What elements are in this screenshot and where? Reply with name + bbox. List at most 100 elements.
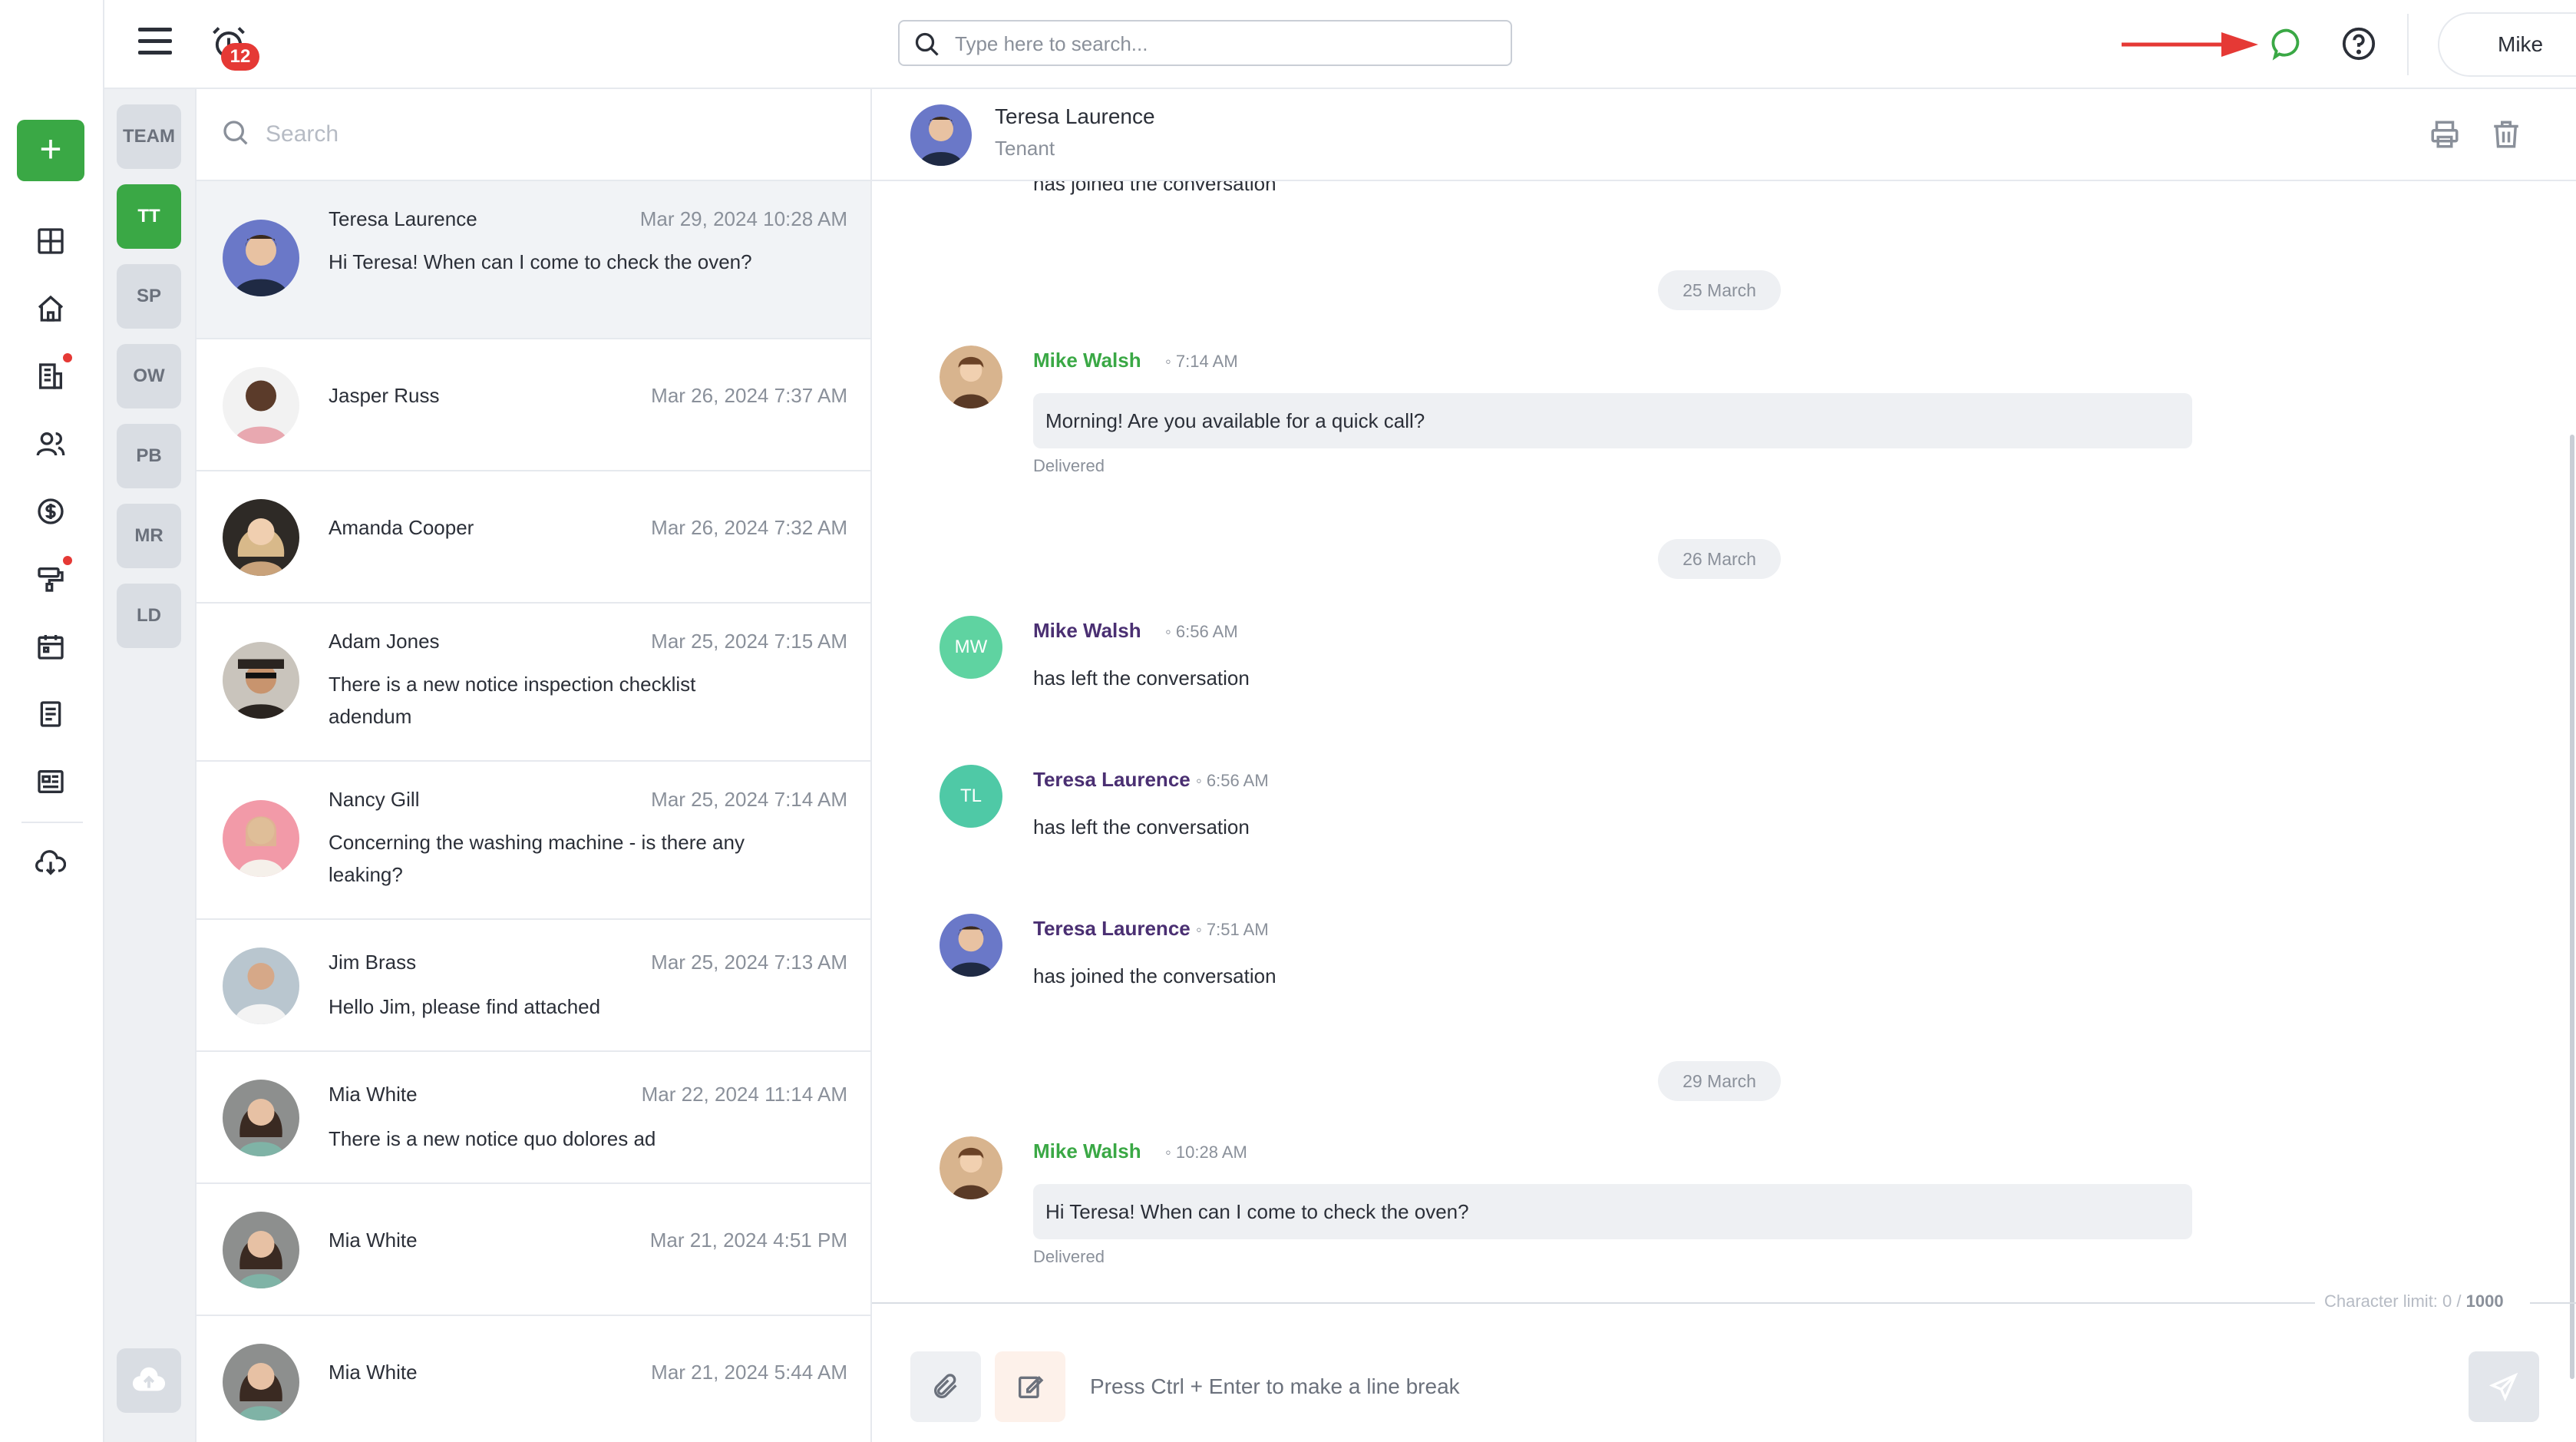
- properties-alert-dot: [63, 353, 72, 362]
- conversation-date: Mar 22, 2024 11:14 AM: [641, 1083, 847, 1106]
- chat-panel: has joined the conversation Teresa Laure…: [872, 89, 2576, 1442]
- conversation-date: Mar 26, 2024 7:37 AM: [651, 384, 847, 407]
- conversation-item-jim-brass[interactable]: Jim Brass Mar 25, 2024 7:13 AM Hello Jim…: [197, 920, 870, 1052]
- avatar: [223, 499, 299, 576]
- maintenance-icon[interactable]: [32, 561, 69, 597]
- team-filter-ld[interactable]: LD: [117, 584, 181, 648]
- avatar: [940, 914, 1002, 977]
- team-filter-tt[interactable]: TT: [117, 184, 181, 249]
- conversation-name: Mia White: [329, 1229, 418, 1252]
- message-time: ◦ 10:28 AM: [1165, 1143, 1247, 1162]
- conversation-date: Mar 29, 2024 10:28 AM: [639, 207, 847, 230]
- message-time: ◦ 7:51 AM: [1196, 920, 1269, 939]
- user-name: Mike: [2498, 32, 2544, 56]
- home-icon[interactable]: [32, 290, 69, 327]
- avatar: [940, 346, 1002, 408]
- menu-icon[interactable]: [138, 28, 172, 58]
- upload-button[interactable]: [117, 1348, 181, 1413]
- team-filter-sp[interactable]: SP: [117, 264, 181, 329]
- add-button[interactable]: +: [17, 120, 84, 181]
- conversation-item-mia-white[interactable]: Mia White Mar 21, 2024 4:51 PM: [197, 1184, 870, 1316]
- send-button[interactable]: [2469, 1351, 2539, 1422]
- message-text: has joined the conversation: [1033, 964, 1276, 987]
- message-time-value: 6:56 AM: [1175, 622, 1238, 641]
- chat-scrollbar[interactable]: [2570, 435, 2574, 1379]
- top-bar: 12 Mike: [104, 0, 2576, 89]
- global-search-input[interactable]: [955, 29, 1492, 58]
- paperclip-icon: [934, 1374, 957, 1398]
- conversation-search[interactable]: [197, 89, 870, 181]
- left-nav: +: [0, 0, 104, 1442]
- cloud-upload-icon: [132, 1367, 166, 1391]
- conversation-item-adam-jones[interactable]: Adam Jones Mar 25, 2024 7:15 AM There is…: [197, 604, 870, 762]
- send-icon: [2488, 1372, 2518, 1402]
- documents-icon[interactable]: [32, 696, 69, 733]
- global-search[interactable]: [898, 20, 1512, 66]
- team-filter-mr[interactable]: MR: [117, 504, 181, 568]
- properties-icon[interactable]: [32, 358, 69, 395]
- message-sender: Teresa Laurence: [1033, 768, 1191, 791]
- conversation-search-input[interactable]: [266, 118, 803, 150]
- conversation-date: Mar 25, 2024 7:15 AM: [651, 630, 847, 653]
- avatar: [223, 1080, 299, 1156]
- calendar-icon[interactable]: [32, 628, 69, 665]
- team-filter-ow[interactable]: OW: [117, 344, 181, 408]
- message-sender: Teresa Laurence: [1033, 917, 1191, 940]
- conversation-preview: Hi Teresa! When can I come to check the …: [329, 250, 752, 273]
- message-time-value: 7:14 AM: [1175, 352, 1238, 371]
- conversation-item-mia-white[interactable]: Mia White Mar 21, 2024 5:44 AM: [197, 1316, 870, 1442]
- template-button[interactable]: [995, 1351, 1065, 1422]
- chat-bubble-icon[interactable]: [2271, 26, 2306, 61]
- search-icon: [915, 32, 939, 56]
- conversation-item-mia-white[interactable]: Mia White Mar 22, 2024 11:14 AM There is…: [197, 1052, 870, 1184]
- contact-name: Teresa Laurence: [995, 104, 1155, 128]
- message-time: ◦ 7:14 AM: [1165, 352, 1238, 371]
- search-icon: [223, 121, 248, 145]
- dashboard-icon[interactable]: [32, 223, 69, 260]
- conversation-name: Nancy Gill: [329, 788, 420, 811]
- conversation-item-jasper-russ[interactable]: Jasper Russ Mar 26, 2024 7:37 AM: [197, 339, 870, 471]
- avatar: [223, 948, 299, 1024]
- finance-icon[interactable]: [32, 493, 69, 530]
- message-time-value: 10:28 AM: [1175, 1143, 1247, 1162]
- cloud-download-icon[interactable]: [32, 845, 69, 881]
- avatar: [223, 800, 299, 877]
- team-filter-pb[interactable]: PB: [117, 424, 181, 488]
- help-icon[interactable]: [2341, 26, 2376, 61]
- conversation-date: Mar 25, 2024 7:14 AM: [651, 788, 847, 811]
- edit-note-icon: [1019, 1375, 1044, 1398]
- conversation-name: Amanda Cooper: [329, 516, 474, 539]
- notification-badge: 12: [221, 43, 259, 71]
- maintenance-alert-dot: [63, 556, 72, 565]
- conversation-date: Mar 21, 2024 5:44 AM: [651, 1361, 847, 1384]
- character-limit-max: 1000: [2465, 1292, 2504, 1311]
- message-time: ◦ 6:56 AM: [1196, 771, 1269, 790]
- conversation-name: Adam Jones: [329, 630, 440, 653]
- date-separator: 26 March: [1658, 539, 1781, 579]
- avatar: [223, 1212, 299, 1288]
- message-input[interactable]: [1090, 1368, 2395, 1405]
- trash-icon[interactable]: [2490, 118, 2522, 150]
- user-menu[interactable]: Mike: [2438, 12, 2576, 77]
- message-status: Delivered: [1033, 1247, 1105, 1266]
- conversation-preview: Hello Jim, please find attached: [329, 995, 601, 1018]
- composer-divider: [2530, 1302, 2576, 1304]
- team-filter-team[interactable]: TEAM: [117, 104, 181, 169]
- conversation-date: Mar 25, 2024 7:13 AM: [651, 951, 847, 974]
- conversation-item-nancy-gill[interactable]: Nancy Gill Mar 25, 2024 7:14 AM Concerni…: [197, 762, 870, 920]
- people-icon[interactable]: [32, 425, 69, 462]
- conversation-date: Mar 21, 2024 4:51 PM: [649, 1229, 847, 1252]
- conversation-preview: There is a new notice quo dolores ad: [329, 1127, 656, 1150]
- conversation-item-teresa-laurence[interactable]: Teresa Laurence Mar 29, 2024 10:28 AM Hi…: [197, 181, 870, 339]
- contact-role: Tenant: [995, 137, 1055, 160]
- date-separator: 25 March: [1658, 270, 1781, 310]
- conversation-name: Mia White: [329, 1361, 418, 1384]
- print-icon[interactable]: [2429, 118, 2461, 150]
- message-time: ◦ 6:56 AM: [1165, 622, 1238, 641]
- message-text: has left the conversation: [1033, 815, 1250, 838]
- avatar: [223, 220, 299, 296]
- attach-button[interactable]: [910, 1351, 981, 1422]
- avatar-initials: MW: [940, 616, 1002, 679]
- reports-icon[interactable]: [32, 763, 69, 800]
- conversation-item-amanda-cooper[interactable]: Amanda Cooper Mar 26, 2024 7:32 AM: [197, 471, 870, 604]
